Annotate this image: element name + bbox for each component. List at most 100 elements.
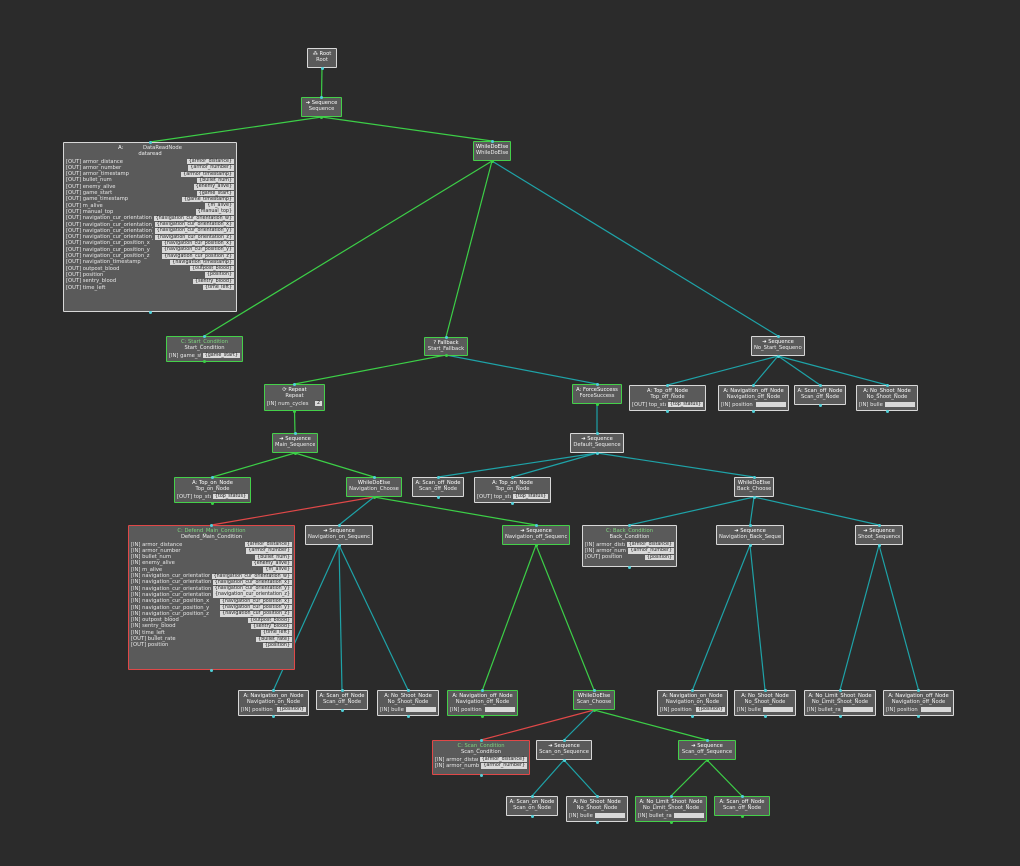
node-no-start-sequence[interactable]: ➔ Sequence No_Start_Sequence: [751, 336, 805, 356]
node-start-fallback[interactable]: ? Fallback Start_Fallback: [424, 337, 468, 356]
port-value-field[interactable]: [763, 707, 793, 713]
port-value-field[interactable]: {navigation_cur_orientation_w}: [153, 215, 234, 222]
node-navigation-on-sequence[interactable]: ➔ Sequence Navigation_on_Sequence: [305, 525, 373, 545]
port-value-field[interactable]: {position}: [695, 707, 725, 713]
port-value-field[interactable]: {position}: [204, 272, 234, 278]
node-sequence[interactable]: ➔ Sequence Sequence: [301, 97, 342, 117]
port-value-field[interactable]: [756, 402, 786, 408]
port-value-field[interactable]: [406, 707, 436, 713]
port-value-field[interactable]: {outpost_blood}: [247, 617, 292, 623]
port-value-field[interactable]: {navigation_cur_orientation_y}: [154, 228, 234, 234]
port-value-field[interactable]: [885, 402, 915, 408]
node-root[interactable]: ⁂ Root Root: [307, 48, 337, 68]
node-top-off-node-ns[interactable]: A: Top_off_NodeTop_off_Node[OUT] top_sta…: [629, 385, 706, 411]
port-value-field[interactable]: {navigation_cur_orientation_w}: [211, 573, 292, 579]
port-value-field[interactable]: {enemy_alive}: [251, 560, 292, 567]
port-value-field[interactable]: {armor_number}: [481, 763, 527, 769]
port-value-field[interactable]: {bullet_num}: [197, 177, 234, 184]
port-value-field[interactable]: {m_alive}: [263, 567, 292, 573]
port-value-field[interactable]: {top_status}: [212, 494, 248, 500]
node-defend-main-condition[interactable]: C: Defend_Main_Condition Defend_Main_Cond…: [128, 525, 295, 670]
node-default-sequence[interactable]: ➔ Sequence Default_Sequence: [570, 433, 624, 453]
node-top-on-node-def[interactable]: A: Top_on_NodeTop_on_Node[OUT] top_statu…: [474, 477, 551, 503]
port-value-field[interactable]: {navigation_cur_orientation_x}: [212, 579, 292, 586]
port-value-field[interactable]: {bullet_rate}: [256, 636, 292, 642]
node-no-limit-shoot-node-1[interactable]: A: No_Limit_Shoot_Node No_Limit_Shoot_Nod…: [804, 690, 876, 716]
node-scan-off-node-1[interactable]: A: Scan_off_Node Scan_off_Node: [316, 690, 368, 710]
node-forcesuccess[interactable]: A: ForceSuccess ForceSuccess: [572, 384, 622, 404]
port-value-field[interactable]: {top_status}: [667, 402, 703, 408]
port-value-field[interactable]: {sentry_blood}: [251, 623, 292, 630]
port-value-field[interactable]: {game_start}: [202, 353, 240, 359]
port-value-field[interactable]: {time_left}: [202, 284, 234, 291]
port-value-field[interactable]: {position}: [276, 707, 306, 713]
port-value-field[interactable]: {navigation_cur_orientation_z}: [212, 592, 292, 598]
port-value-field[interactable]: 2: [314, 401, 322, 407]
port-value-field[interactable]: {navigation_cur_orientation_x}: [154, 222, 234, 228]
port-value-field[interactable]: {position}: [644, 554, 674, 561]
port-value-field[interactable]: {armor_distance}: [479, 757, 527, 763]
node-no-shoot-node-2[interactable]: A: No_Shoot_NodeNo_Shoot_Node[IN] bullet…: [734, 690, 796, 716]
port-value-field[interactable]: {armor_distance}: [244, 542, 292, 548]
node-whiledoelse-main[interactable]: WhileDoElse WhileDoElse: [473, 141, 511, 161]
node-no-shoot-node-ns[interactable]: A: No_Shoot_NodeNo_Shoot_Node[IN] bullet…: [856, 385, 918, 411]
port-value-field[interactable]: {navigation_cur_position_x}: [161, 240, 234, 247]
node-shoot-sequence[interactable]: ➔ Sequence Shoot_Sequence: [855, 525, 903, 545]
node-scan-off-node-def[interactable]: A: Scan_off_Node Scan_off_Node: [412, 477, 464, 497]
port-value-field[interactable]: {bullet_num}: [255, 554, 292, 561]
port-value-field[interactable]: {navigation_cur_position_z}: [220, 611, 292, 617]
node-navigation-off-sequence[interactable]: ➔ Sequence Navigation_off_Sequence: [502, 525, 570, 545]
port-value-field[interactable]: {position}: [262, 642, 292, 649]
port-value-field[interactable]: {manual_top}: [195, 209, 234, 215]
port-value-field[interactable]: {navigation_cur_position_y}: [161, 247, 234, 253]
port-value-field[interactable]: {navigation_cur_position_z}: [162, 253, 234, 259]
node-dataread[interactable]: A: DataReadNode dataread [OUT] armor_dista…: [63, 142, 237, 312]
node-scan-on-node[interactable]: A: Scan_on_Node Scan_on_Node: [506, 796, 558, 816]
port-value-field[interactable]: [843, 707, 873, 713]
node-no-shoot-node-1[interactable]: A: No_Shoot_NodeNo_Shoot_Node[IN] bullet…: [377, 690, 439, 716]
node-scan-off-node-2[interactable]: A: Scan_off_Node Scan_off_Node: [714, 796, 770, 816]
port-value-field[interactable]: {armor_distance}: [626, 542, 674, 548]
node-start-condition[interactable]: C: Start_Condition Start_Condition [IN] ga…: [166, 336, 243, 362]
node-scan-off-sequence[interactable]: ➔ Sequence Scan_off_Sequence: [678, 740, 736, 760]
node-scan-choose[interactable]: WhileDoElse Scan_Choose: [573, 690, 615, 710]
port-value-field[interactable]: {outpost_blood}: [189, 266, 234, 272]
port-value-field[interactable]: [674, 813, 704, 819]
port-value-field[interactable]: {armor_number}: [246, 548, 292, 554]
node-navigation-choose[interactable]: WhileDoElse Navigation_Choose: [346, 477, 402, 497]
port-value-field[interactable]: {game_start}: [196, 190, 234, 196]
node-no-limit-shoot-node-2[interactable]: A: No_Limit_Shoot_Node No_Limit_Shoot_Nod…: [635, 796, 707, 822]
node-nav-off-node-2[interactable]: A: Navigation_off_Node Navigation_off_Nod…: [883, 690, 954, 716]
node-back-condition[interactable]: C: Back_Condition Back_Condition [IN] armo…: [582, 525, 677, 567]
port-value-field[interactable]: {armor_distance}: [186, 159, 234, 165]
node-top-on-node-main[interactable]: A: Top_on_NodeTop_on_Node[OUT] top_statu…: [174, 477, 251, 503]
node-main-sequence[interactable]: ➔ Sequence Main_Sequence: [272, 433, 318, 453]
port-value-field[interactable]: {navigation_timestamp}: [170, 259, 234, 266]
port-value-field[interactable]: [485, 707, 515, 713]
port-value-field[interactable]: {armor_number}: [628, 548, 674, 554]
port-value-field[interactable]: {navigation_cur_position_x}: [219, 598, 292, 605]
port-value-field[interactable]: [595, 813, 625, 819]
port-value-field[interactable]: {navigation_cur_orientation_y}: [212, 586, 292, 592]
node-scan-off-node-ns[interactable]: A: Scan_off_Node Scan_off_Node: [794, 385, 846, 405]
port-value-field[interactable]: {m_alive}: [205, 203, 234, 209]
port-value-field[interactable]: {armor_timestamp}: [181, 171, 234, 178]
port-value-field[interactable]: [921, 707, 951, 713]
port-value-field[interactable]: {enemy_alive}: [193, 184, 234, 190]
port-value-field[interactable]: {navigation_cur_orientation_z}: [154, 234, 234, 240]
node-nav-off-node-1[interactable]: A: Navigation_off_Node Navigation_off_Nod…: [447, 690, 518, 716]
node-repeat[interactable]: ⟳ Repeat Repeat [IN] num_cycles 2: [264, 384, 325, 411]
port-value-field[interactable]: {sentry_blood}: [193, 278, 234, 285]
node-scan-condition[interactable]: C: Scan_Condition Scan_Condition [IN] armo…: [432, 740, 530, 775]
node-navigation-back-sequence[interactable]: ➔ SequenceNavigation_Back_Sequence: [716, 525, 784, 545]
port-value-field[interactable]: {top_status}: [512, 494, 548, 500]
node-nav-off-node-ns[interactable]: A: Navigation_off_Node Navigation_off_Nod…: [718, 385, 789, 411]
node-no-shoot-node-3[interactable]: A: No_Shoot_NodeNo_Shoot_Node[IN] bullet…: [566, 796, 628, 822]
port-value-field[interactable]: {armor_number}: [188, 165, 234, 171]
node-nav-on-node-1[interactable]: A: Navigation_on_Node Navigation_on_Node[…: [238, 690, 309, 716]
port-value-field[interactable]: {time_left}: [260, 630, 292, 636]
node-nav-on-node-2[interactable]: A: Navigation_on_Node Navigation_on_Node[…: [657, 690, 728, 716]
port-value-field[interactable]: {navigation_cur_position_y}: [219, 605, 292, 611]
node-back-choose[interactable]: WhileDoElse Back_Choose: [734, 477, 774, 497]
node-scan-on-sequence[interactable]: ➔ Sequence Scan_on_Sequence: [536, 740, 592, 760]
